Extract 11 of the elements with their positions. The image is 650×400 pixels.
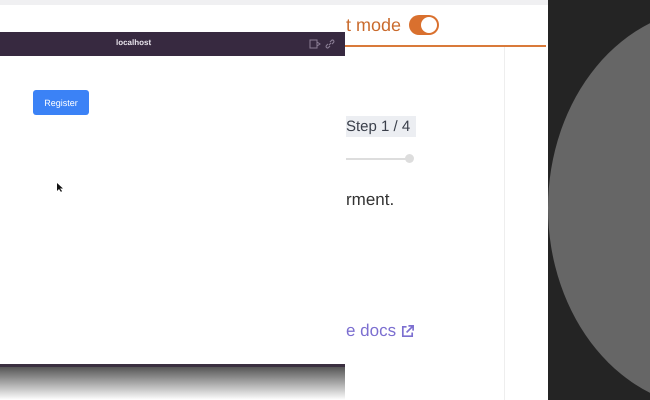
mode-toggle[interactable] — [409, 15, 440, 35]
reader-icon[interactable] — [309, 39, 321, 49]
link-icon[interactable] — [325, 39, 335, 49]
body-text: rment. — [346, 190, 394, 210]
window-title: localhost — [116, 38, 152, 47]
external-link-icon — [400, 324, 416, 338]
mode-label: t mode — [346, 14, 402, 36]
cursor-icon — [57, 183, 63, 192]
register-button[interactable]: Register — [33, 90, 89, 115]
docs-link[interactable]: e docs — [346, 321, 416, 341]
step-badge: Step 1 / 4 — [346, 116, 416, 137]
